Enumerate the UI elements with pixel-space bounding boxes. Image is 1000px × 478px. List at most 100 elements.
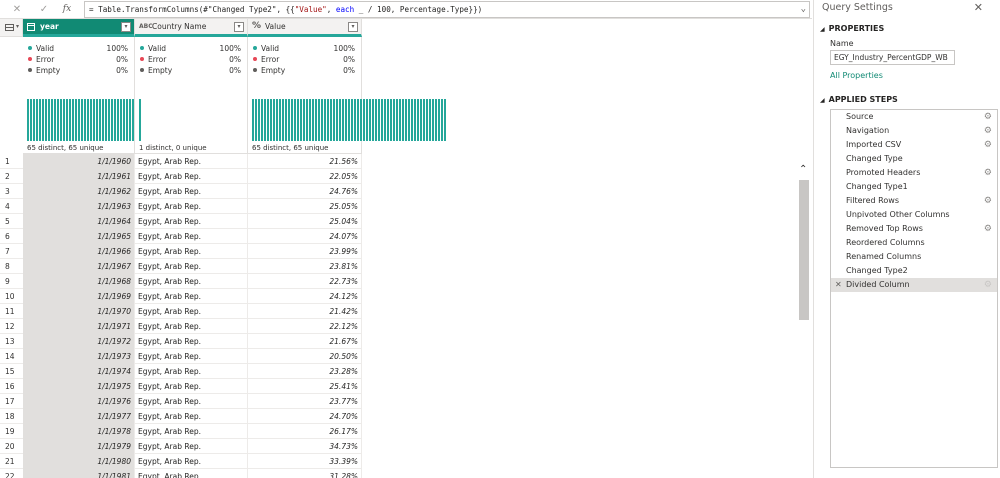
distribution-bar[interactable] <box>429 99 431 141</box>
distribution-bar[interactable] <box>330 99 332 141</box>
distribution-bar[interactable] <box>108 99 110 141</box>
distribution-bar[interactable] <box>285 99 287 141</box>
table-row[interactable]: 1 1/1/1960 Egypt, Arab Rep. 21.56% <box>0 154 362 169</box>
value-cell[interactable]: 21.67% <box>248 334 362 349</box>
year-cell[interactable]: 1/1/1961 <box>23 169 135 184</box>
column-filter-dropdown[interactable]: ▾ <box>234 22 244 32</box>
distribution-bar[interactable] <box>63 99 65 141</box>
value-cell[interactable]: 31.28% <box>248 469 362 478</box>
chevron-down-icon[interactable]: ⌄ <box>801 2 806 17</box>
distribution-bar[interactable] <box>54 99 56 141</box>
distribution-bar[interactable] <box>111 99 113 141</box>
country-name-cell[interactable]: Egypt, Arab Rep. <box>135 214 248 229</box>
year-cell[interactable]: 1/1/1971 <box>23 319 135 334</box>
distribution-bar[interactable] <box>264 99 266 141</box>
table-row[interactable]: 21 1/1/1980 Egypt, Arab Rep. 33.39% <box>0 454 362 469</box>
applied-step[interactable]: ✕ Divided Column ⚙ <box>831 278 997 292</box>
table-row[interactable]: 16 1/1/1975 Egypt, Arab Rep. 25.41% <box>0 379 362 394</box>
year-cell[interactable]: 1/1/1966 <box>23 244 135 259</box>
year-cell[interactable]: 1/1/1963 <box>23 199 135 214</box>
distribution-bar[interactable] <box>39 99 41 141</box>
applied-steps-section-header[interactable]: ◢ APPLIED STEPS <box>820 95 898 104</box>
value-cell[interactable]: 34.73% <box>248 439 362 454</box>
distribution-bar[interactable] <box>426 99 428 141</box>
distribution-bar[interactable] <box>435 99 437 141</box>
distribution-bar[interactable] <box>414 99 416 141</box>
table-menu-button[interactable]: ▾ <box>0 19 23 37</box>
year-cell[interactable]: 1/1/1969 <box>23 289 135 304</box>
column-header-value[interactable]: % Value ▾ <box>248 19 362 37</box>
distribution-bar[interactable] <box>99 99 101 141</box>
applied-step[interactable]: Changed Type1 <box>831 180 997 194</box>
text-type-icon[interactable]: ABC <box>139 23 153 30</box>
value-cell[interactable]: 33.39% <box>248 454 362 469</box>
value-cell[interactable]: 22.73% <box>248 274 362 289</box>
distribution-bar[interactable] <box>90 99 92 141</box>
table-row[interactable]: 10 1/1/1969 Egypt, Arab Rep. 24.12% <box>0 289 362 304</box>
distribution-bar[interactable] <box>33 99 35 141</box>
distribution-bar[interactable] <box>438 99 440 141</box>
table-row[interactable]: 9 1/1/1968 Egypt, Arab Rep. 22.73% <box>0 274 362 289</box>
year-cell[interactable]: 1/1/1967 <box>23 259 135 274</box>
country-name-cell[interactable]: Egypt, Arab Rep. <box>135 184 248 199</box>
distribution-bar[interactable] <box>30 99 32 141</box>
column-header-year[interactable]: year ▾ <box>23 19 135 37</box>
distribution-bar[interactable] <box>312 99 314 141</box>
distribution-bar[interactable] <box>282 99 284 141</box>
country-name-cell[interactable]: Egypt, Arab Rep. <box>135 409 248 424</box>
country-name-cell[interactable]: Egypt, Arab Rep. <box>135 169 248 184</box>
distribution-bar[interactable] <box>267 99 269 141</box>
year-cell[interactable]: 1/1/1960 <box>23 154 135 169</box>
country-name-cell[interactable]: Egypt, Arab Rep. <box>135 394 248 409</box>
check-icon[interactable]: ✓ <box>37 3 51 16</box>
delete-step-icon[interactable]: ✕ <box>835 278 842 292</box>
year-cell[interactable]: 1/1/1974 <box>23 364 135 379</box>
distribution-bar[interactable] <box>306 99 308 141</box>
column-header-country-name[interactable]: ABC Country Name ▾ <box>135 19 248 37</box>
value-cell[interactable]: 25.41% <box>248 379 362 394</box>
year-cell[interactable]: 1/1/1976 <box>23 394 135 409</box>
year-cell[interactable]: 1/1/1972 <box>23 334 135 349</box>
country-name-cell[interactable]: Egypt, Arab Rep. <box>135 469 248 478</box>
distribution-bar[interactable] <box>444 99 446 141</box>
distribution-bar[interactable] <box>114 99 116 141</box>
distribution-bar[interactable] <box>273 99 275 141</box>
distribution-bar[interactable] <box>366 99 368 141</box>
country-name-cell[interactable]: Egypt, Arab Rep. <box>135 334 248 349</box>
value-cell[interactable]: 23.28% <box>248 364 362 379</box>
applied-step[interactable]: Changed Type <box>831 152 997 166</box>
country-name-cell[interactable]: Egypt, Arab Rep. <box>135 199 248 214</box>
distribution-bar[interactable] <box>381 99 383 141</box>
table-row[interactable]: 4 1/1/1963 Egypt, Arab Rep. 25.05% <box>0 199 362 214</box>
year-cell[interactable]: 1/1/1970 <box>23 304 135 319</box>
table-row[interactable]: 7 1/1/1966 Egypt, Arab Rep. 23.99% <box>0 244 362 259</box>
year-cell[interactable]: 1/1/1980 <box>23 454 135 469</box>
distribution-bar[interactable] <box>396 99 398 141</box>
applied-step[interactable]: Promoted Headers ⚙ <box>831 166 997 180</box>
distribution-bar[interactable] <box>45 99 47 141</box>
distribution-bar[interactable] <box>360 99 362 141</box>
distribution-bar[interactable] <box>336 99 338 141</box>
table-row[interactable]: 3 1/1/1962 Egypt, Arab Rep. 24.76% <box>0 184 362 199</box>
country-name-cell[interactable]: Egypt, Arab Rep. <box>135 439 248 454</box>
applied-step[interactable]: Navigation ⚙ <box>831 124 997 138</box>
gear-icon[interactable]: ⚙ <box>984 110 992 124</box>
distribution-bar[interactable] <box>102 99 104 141</box>
value-cell[interactable]: 25.04% <box>248 214 362 229</box>
distribution-bar[interactable] <box>384 99 386 141</box>
country-name-cell[interactable]: Egypt, Arab Rep. <box>135 349 248 364</box>
distribution-bar[interactable] <box>252 99 254 141</box>
applied-step[interactable]: Unpivoted Other Columns <box>831 208 997 222</box>
distribution-bar[interactable] <box>420 99 422 141</box>
year-cell[interactable]: 1/1/1973 <box>23 349 135 364</box>
fx-icon[interactable]: fx <box>60 3 74 16</box>
table-row[interactable]: 15 1/1/1974 Egypt, Arab Rep. 23.28% <box>0 364 362 379</box>
distribution-bar[interactable] <box>405 99 407 141</box>
distribution-bar[interactable] <box>411 99 413 141</box>
distribution-bar[interactable] <box>357 99 359 141</box>
distribution-bar[interactable] <box>276 99 278 141</box>
table-row[interactable]: 22 1/1/1981 Egypt, Arab Rep. 31.28% <box>0 469 362 478</box>
distribution-bar[interactable] <box>81 99 83 141</box>
table-row[interactable]: 19 1/1/1978 Egypt, Arab Rep. 26.17% <box>0 424 362 439</box>
distribution-bar[interactable] <box>402 99 404 141</box>
